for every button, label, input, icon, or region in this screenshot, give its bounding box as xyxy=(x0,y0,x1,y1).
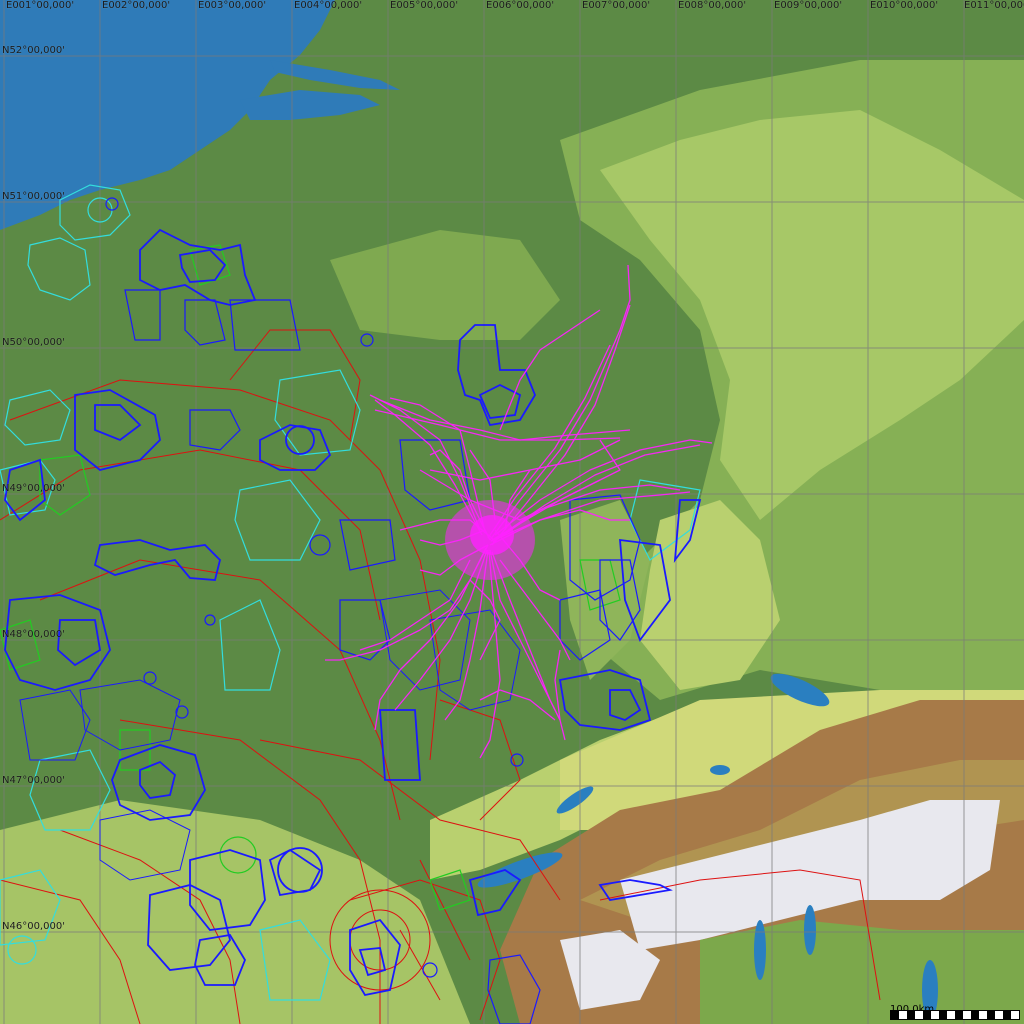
latitude-label: N51°00,000' xyxy=(2,191,65,202)
map-canvas xyxy=(0,0,1024,1024)
latitude-label: N46°00,000' xyxy=(2,921,65,932)
scale-bar: 100,0km xyxy=(890,1004,1020,1022)
latitude-label: N47°00,000' xyxy=(2,775,65,786)
latitude-label: N50°00,000' xyxy=(2,337,65,348)
longitude-label: E010°00,000' xyxy=(870,0,939,11)
longitude-label: E005°00,000' xyxy=(390,0,459,11)
lake-zurich xyxy=(710,765,730,775)
flight-track-cluster-core xyxy=(470,515,514,555)
scale-bar-graphic xyxy=(890,1010,1020,1020)
longitude-label: E002°00,000' xyxy=(102,0,171,11)
map-view[interactable]: E001°00,000' E002°00,000' E003°00,000' E… xyxy=(0,0,1024,1024)
longitude-label: E007°00,000' xyxy=(582,0,651,11)
lake-maggiore xyxy=(754,920,766,980)
longitude-label: E003°00,000' xyxy=(198,0,267,11)
longitude-label: E009°00,000' xyxy=(774,0,843,11)
lake-como xyxy=(804,905,816,955)
longitude-label: E006°00,000' xyxy=(486,0,555,11)
latitude-label: N52°00,000' xyxy=(2,45,65,56)
longitude-label: E011°00,000' xyxy=(964,0,1024,11)
longitude-label: E008°00,000' xyxy=(678,0,747,11)
longitude-label: E004°00,000' xyxy=(294,0,363,11)
longitude-label: E001°00,000' xyxy=(6,0,75,11)
latitude-label: N48°00,000' xyxy=(2,629,65,640)
latitude-label: N49°00,000' xyxy=(2,483,65,494)
